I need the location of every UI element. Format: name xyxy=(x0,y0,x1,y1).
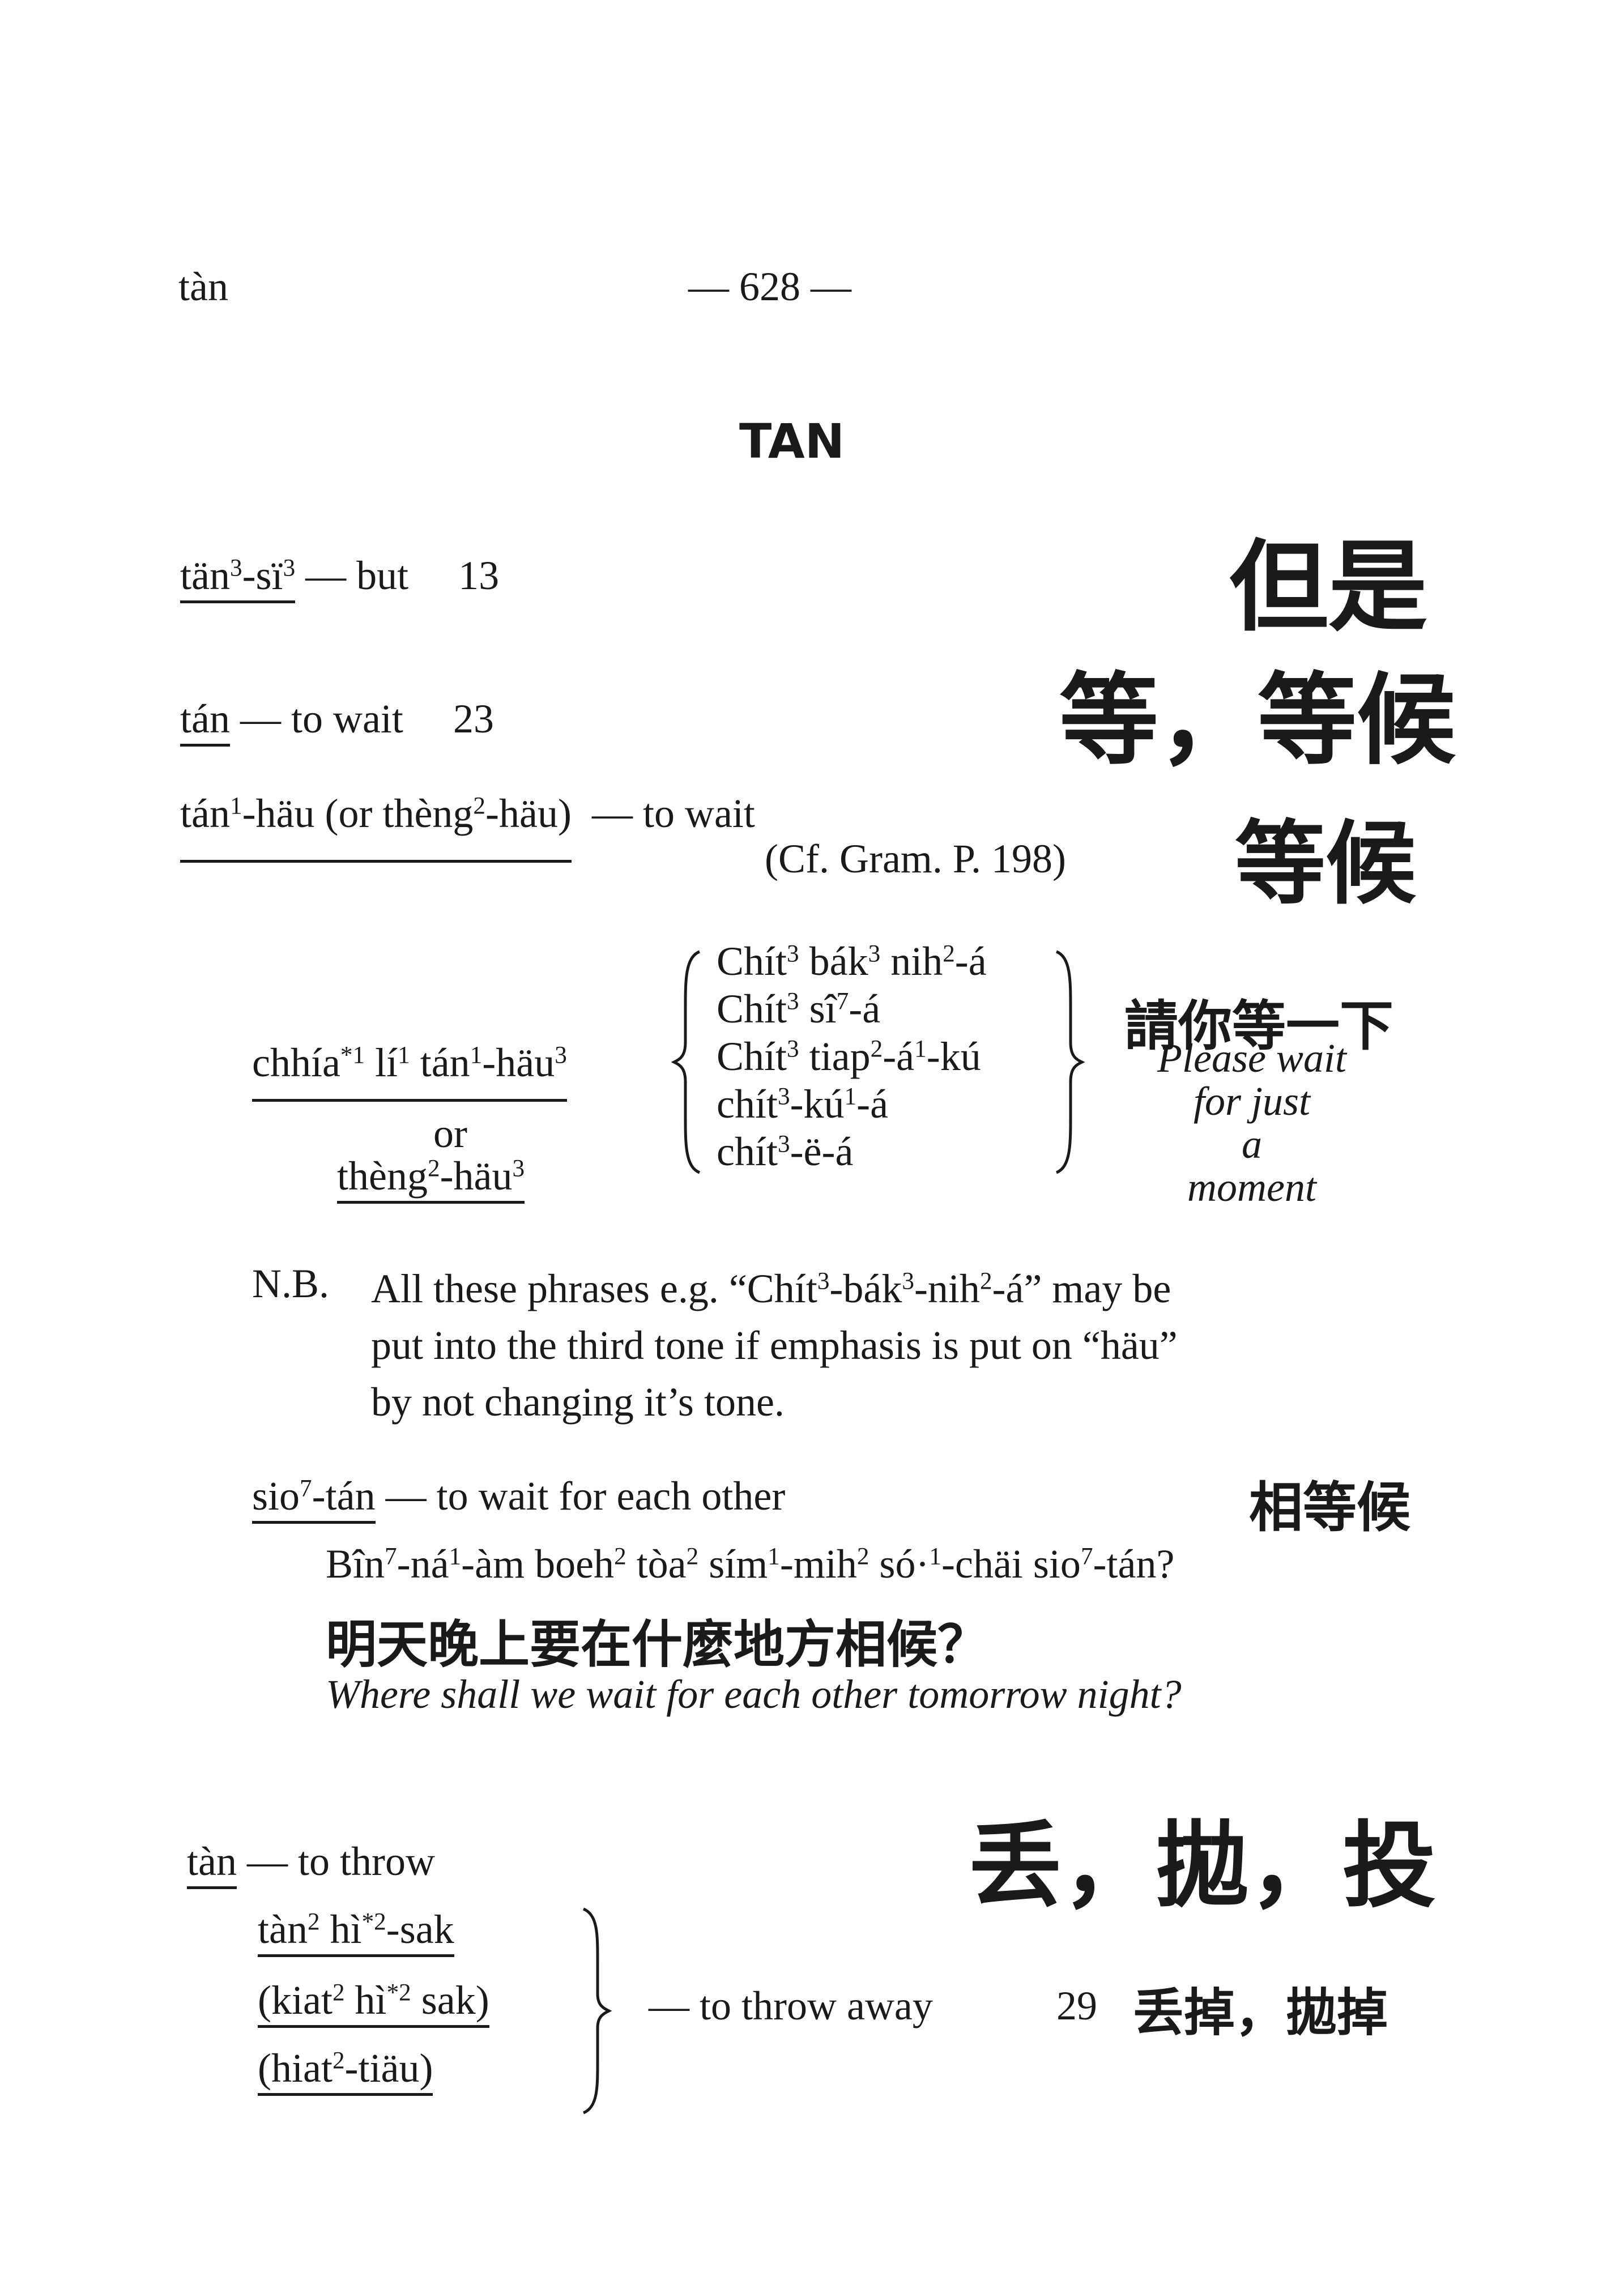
romanization: tän3-sï3 xyxy=(180,553,296,603)
lesson-number: 29 xyxy=(1056,1983,1097,2028)
chinese-characters: 丢，拋，投 xyxy=(969,1812,1436,1920)
chinese-characters: 等候 xyxy=(1235,811,1417,917)
example-english: Where shall we wait for each other tomor… xyxy=(326,1672,1182,1717)
romanization: chhía*1 lí1 tán1-häu3 xyxy=(252,1039,567,1102)
option-3: Chít3 tiap2-á1-kú xyxy=(717,1034,981,1079)
romanization: tán1-häu (or thèng2-häu) xyxy=(180,790,572,863)
example-romanization: Bîn7-ná1-àm boeh2 tòa2 sím1-mih2 só·1-ch… xyxy=(326,1541,1175,1587)
romanization: thèng2-häu3 xyxy=(337,1153,525,1204)
definition: — to wait xyxy=(240,696,403,741)
grammar-reference: (Cf. Gram. P. 198) xyxy=(765,836,1066,881)
left-brace xyxy=(671,950,701,1174)
example-chinese: 明天晚上要在什麼地方相候？ xyxy=(326,1615,988,1674)
nb-label: N.B. xyxy=(252,1261,330,1306)
right-brace xyxy=(1055,950,1085,1174)
definition: — to throw away xyxy=(649,1983,933,2028)
entry-but: tän3-sï3 — but 13 xyxy=(180,552,500,603)
option-4: chít3-kú1-á xyxy=(717,1081,889,1127)
option-2: Chít3 sî7-á xyxy=(717,986,881,1032)
chinese-characters: 丢掉，拋掉 xyxy=(1133,1983,1388,2043)
entry-throw: tàn — to throw xyxy=(187,1838,435,1889)
romanization: tán xyxy=(180,696,230,747)
definition: — to throw xyxy=(246,1839,435,1884)
chinese-characters: 但是 xyxy=(1229,530,1427,645)
phrase-please-wait: chhía*1 lí1 tán1-häu3 xyxy=(252,1039,567,1102)
english-translation: Please wait for just a moment xyxy=(1157,1035,1346,1210)
option-5: chít3-ë-á xyxy=(717,1129,854,1174)
throw-option-1: tàn2 hì*2-sak xyxy=(258,1906,454,1957)
running-head: tàn xyxy=(178,264,228,309)
option-1: Chít3 bák3 nih2-á xyxy=(717,939,987,984)
entry-wait-each-other: sio7-tán — to wait for each other xyxy=(252,1473,786,1524)
page-number: — 628 — xyxy=(688,264,851,309)
time-options: Chít3 bák3 nih2-á Chít3 sî7-á Chít3 tiap… xyxy=(717,937,987,1175)
definition: — to wait xyxy=(591,791,755,836)
lesson-number: 13 xyxy=(458,553,500,598)
romanization: sio7-tán xyxy=(252,1473,376,1524)
nb-text: All these phrases e.g. “Chít3-bák3-nih2-… xyxy=(371,1266,1178,1425)
right-brace xyxy=(582,1907,612,2115)
alternative-form: thèng2-häu3 xyxy=(337,1153,525,1204)
chinese-characters: 相等候 xyxy=(1249,1477,1411,1539)
definition: — to wait for each other xyxy=(385,1473,786,1519)
definition: — but xyxy=(305,553,409,598)
chinese-characters: 等，等候 xyxy=(1059,663,1456,778)
or-connector: or xyxy=(433,1111,467,1156)
section-title: TAN xyxy=(739,414,845,469)
lesson-number: 23 xyxy=(453,696,494,741)
throw-option-2: (kiat2 hì*2 sak) xyxy=(258,1977,489,2028)
throw-option-3: (hiat2-tiäu) xyxy=(258,2045,433,2096)
entry-wait: tán — to wait 23 xyxy=(180,696,494,747)
romanization: tàn xyxy=(187,1839,237,1889)
entry-wait-alt: tán1-häu (or thèng2-häu) — to wait xyxy=(180,790,755,863)
